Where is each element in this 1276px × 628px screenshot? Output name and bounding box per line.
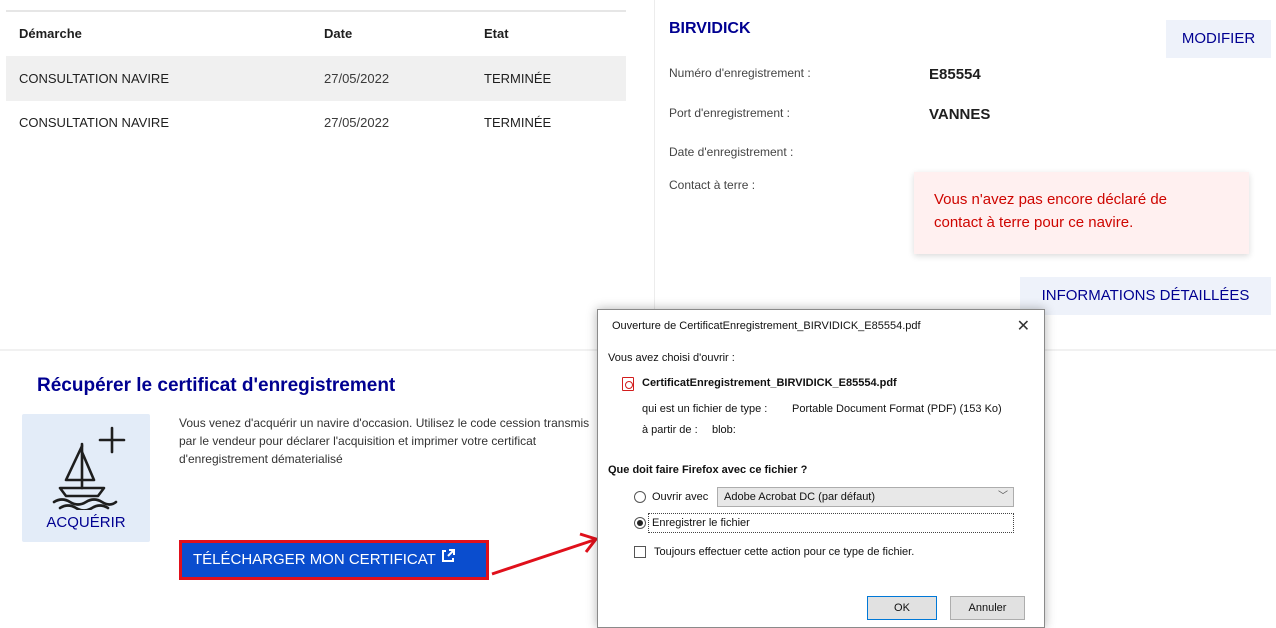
certificate-section-title: Récupérer le certificat d'enregistrement	[37, 375, 396, 396]
file-type-value: Portable Document Format (PDF) (153 Ko)	[792, 403, 1002, 415]
details-button[interactable]: INFORMATIONS DÉTAILLÉES	[1020, 277, 1271, 315]
chosen-label: Vous avez choisi d'ouvrir :	[608, 352, 735, 364]
dialog-title: Ouverture de CertificatEnregistrement_BI…	[612, 320, 921, 332]
dialog-filename: CertificatEnregistrement_BIRVIDICK_E8555…	[642, 377, 897, 389]
file-source-prefix: à partir de :	[642, 424, 698, 436]
row-status: TERMINÉE	[484, 115, 552, 130]
certificate-description: Vous venez d'acquérir un navire d'occasi…	[179, 416, 590, 466]
file-source-value: blob:	[712, 424, 736, 436]
table-row[interactable]: CONSULTATION NAVIRE 27/05/2022 TERMINÉE	[6, 100, 626, 145]
port-label: Port d'enregistrement :	[669, 106, 791, 120]
page: Démarche Date Etat CONSULTATION NAVIRE 2…	[0, 0, 1276, 628]
row-status: TERMINÉE	[484, 71, 552, 86]
table-header: Démarche Date Etat	[6, 11, 626, 56]
save-file-label: Enregistrer le fichier	[652, 517, 750, 529]
contact-label: Contact à terre :	[669, 178, 756, 192]
registration-number-label: Numéro d'enregistrement :	[669, 66, 811, 80]
row-demarche: CONSULTATION NAVIRE	[19, 115, 169, 130]
cancel-button[interactable]: Annuler	[950, 596, 1025, 620]
dialog-question: Que doit faire Firefox avec ce fichier ?	[608, 464, 808, 476]
external-link-icon	[440, 540, 456, 580]
column-header-etat: Etat	[484, 26, 509, 41]
contact-alert: Vous n'avez pas encore déclaré de contac…	[914, 172, 1249, 254]
open-with-select[interactable]: Adobe Acrobat DC (par défaut) ﹀	[717, 487, 1014, 507]
save-file-radio[interactable]	[634, 517, 646, 529]
row-date: 27/05/2022	[324, 115, 390, 130]
alert-line-2: contact à terre pour ce navire.	[934, 214, 1134, 231]
open-with-label: Ouvrir avec	[652, 491, 709, 503]
registration-number-value: E85554	[929, 66, 981, 83]
modify-button[interactable]: MODIFIER	[1166, 20, 1271, 58]
ok-button[interactable]: OK	[867, 596, 937, 620]
always-checkbox[interactable]	[634, 546, 646, 558]
always-label: Toujours effectuer cette action pour ce …	[654, 546, 915, 558]
table-row[interactable]: CONSULTATION NAVIRE 27/05/2022 TERMINÉE	[6, 56, 626, 101]
acquire-label: ACQUÉRIR	[46, 514, 126, 531]
open-with-app: Adobe Acrobat DC (par défaut)	[724, 491, 876, 503]
row-demarche: CONSULTATION NAVIRE	[19, 71, 169, 86]
port-value: VANNES	[929, 106, 991, 123]
alert-line-1: Vous n'avez pas encore déclaré de	[934, 191, 1168, 208]
arrow-annotation	[491, 532, 599, 576]
download-certificate-label: TÉLÉCHARGER MON CERTIFICAT	[193, 551, 436, 568]
download-certificate-button[interactable]: TÉLÉCHARGER MON CERTIFICAT	[179, 540, 489, 580]
column-header-date: Date	[324, 26, 353, 41]
open-file-dialog: Ouverture de CertificatEnregistrement_BI…	[597, 309, 1045, 628]
history-table: Démarche Date Etat CONSULTATION NAVIRE 2…	[6, 0, 626, 345]
boat-add-icon	[52, 426, 126, 510]
ship-panel: BIRVIDICK MODIFIER Numéro d'enregistreme…	[654, 0, 1276, 322]
close-icon[interactable]: ✕	[1017, 316, 1030, 336]
chevron-down-icon: ﹀	[998, 491, 1008, 502]
dialog-titlebar: Ouverture de CertificatEnregistrement_BI…	[598, 310, 1044, 344]
registration-date-label: Date d'enregistrement :	[669, 145, 794, 159]
column-header-demarche: Démarche	[19, 26, 82, 41]
pdf-file-icon	[622, 377, 634, 391]
ship-name: BIRVIDICK	[669, 20, 751, 37]
acquire-tile[interactable]: ACQUÉRIR	[22, 414, 150, 542]
file-type-prefix: qui est un fichier de type :	[642, 403, 768, 415]
row-date: 27/05/2022	[324, 71, 390, 86]
open-with-radio[interactable]	[634, 491, 646, 503]
